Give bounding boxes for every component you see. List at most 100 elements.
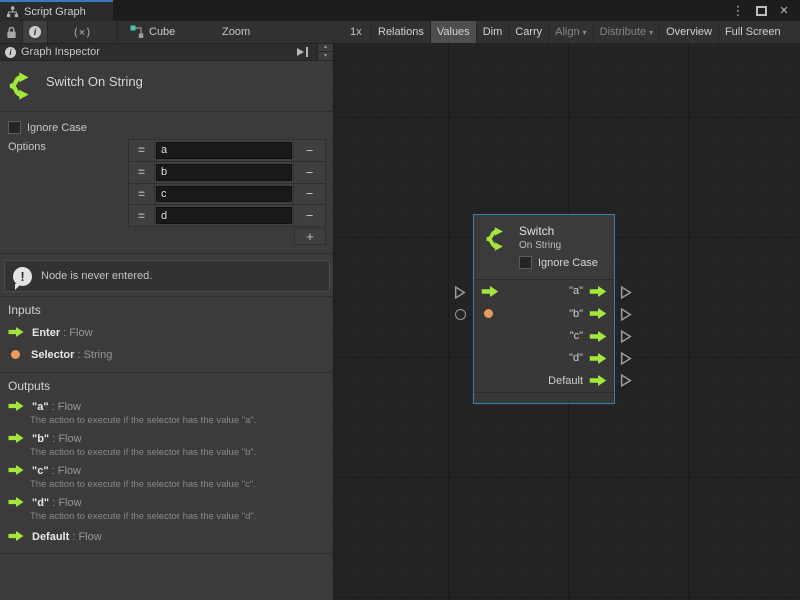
option-row: = − xyxy=(129,205,325,226)
toolbar-button-carry[interactable]: Carry xyxy=(508,21,548,43)
external-output-port-icon[interactable] xyxy=(620,286,632,299)
output-row-c: "c" : Flow xyxy=(8,463,81,477)
flow-arrow-icon xyxy=(8,531,24,541)
tab-script-graph[interactable]: Script Graph xyxy=(0,0,113,21)
output-desc-a: The action to execute if the selector ha… xyxy=(30,415,256,426)
port-row-c: "c" xyxy=(481,325,607,347)
external-output-port-icon[interactable] xyxy=(620,374,632,387)
inspector-toggle-button[interactable]: i xyxy=(22,21,48,43)
port-label: "b" xyxy=(569,308,583,320)
flow-arrow-icon xyxy=(8,401,24,411)
drag-handle-icon[interactable]: = xyxy=(129,205,155,226)
output-port-icon[interactable] xyxy=(589,286,607,297)
node-inspector-title: Switch On String xyxy=(0,61,333,112)
port-label: "d" xyxy=(569,352,583,364)
external-flow-port-icon[interactable] xyxy=(454,286,466,299)
toolbar-button-dim[interactable]: Dim xyxy=(476,21,509,43)
input-row-selector: Selector : String xyxy=(8,347,112,361)
add-option-button[interactable]: + xyxy=(294,228,326,245)
toolbar-button-fullscreen[interactable]: Full Screen xyxy=(718,21,787,43)
dropdown-arrow-icon: ▾ xyxy=(583,28,587,37)
flow-arrow-icon xyxy=(8,497,24,507)
enter-port-icon[interactable] xyxy=(481,286,499,297)
option-input[interactable] xyxy=(156,207,292,224)
title-bar: Script Graph ⋮ × xyxy=(0,0,800,21)
flow-arrow-icon xyxy=(8,465,24,475)
option-row: = − xyxy=(129,162,325,184)
info-icon: i xyxy=(29,26,41,38)
flow-arrow-icon xyxy=(8,327,24,337)
option-input[interactable] xyxy=(156,142,292,159)
object-graph-icon xyxy=(130,25,144,39)
window-maximize-icon[interactable] xyxy=(752,0,770,21)
graph-inspector-panel: i Graph Inspector ▴ ▾ Switch On String I… xyxy=(0,44,334,600)
drag-handle-icon[interactable]: = xyxy=(129,184,155,205)
dock-panel-icon[interactable] xyxy=(294,47,312,57)
output-port-icon[interactable] xyxy=(589,353,607,364)
option-row: = − xyxy=(129,184,325,206)
toolbar-button-values[interactable]: Values xyxy=(430,21,476,43)
output-row-default: Default : Flow xyxy=(8,529,102,543)
scroll-up-button[interactable]: ▴ xyxy=(318,44,333,53)
external-value-port-icon[interactable] xyxy=(455,309,466,320)
external-output-port-icon[interactable] xyxy=(620,308,632,321)
toolbar-button-overview[interactable]: Overview xyxy=(659,21,718,43)
output-row-b: "b" : Flow xyxy=(8,431,82,445)
node-ignore-case-checkbox[interactable] xyxy=(519,256,532,269)
window-close-icon[interactable]: × xyxy=(774,0,794,21)
port-label: Default xyxy=(548,375,583,387)
divider xyxy=(0,253,333,254)
info-icon: i xyxy=(5,47,16,58)
option-input[interactable] xyxy=(156,164,292,181)
switch-node-icon xyxy=(8,71,38,101)
selector-port-icon[interactable] xyxy=(484,309,493,318)
lock-icon xyxy=(6,26,17,39)
scroll-down-button[interactable]: ▾ xyxy=(318,52,333,61)
zoom-label: Zoom xyxy=(222,26,250,38)
lock-button[interactable] xyxy=(0,21,22,43)
remove-option-button[interactable]: − xyxy=(293,162,325,183)
switch-on-string-node[interactable]: Switch On String Ignore Case "a" "b" xyxy=(473,214,615,404)
options-list: = − = − = − = − xyxy=(128,139,326,227)
maximize-glyph xyxy=(756,6,767,16)
output-desc-d: The action to execute if the selector ha… xyxy=(30,511,256,522)
ignore-case-row: Ignore Case xyxy=(8,121,87,134)
toolbar-button-distribute[interactable]: Distribute▾ xyxy=(593,21,659,43)
drag-handle-icon[interactable]: = xyxy=(129,162,155,183)
toolbar-button-relations[interactable]: Relations xyxy=(371,21,430,43)
node-ignore-case-label: Ignore Case xyxy=(538,257,598,269)
toolbar-button-align[interactable]: Align▾ xyxy=(548,21,592,43)
output-port-icon[interactable] xyxy=(589,375,607,386)
port-label: "c" xyxy=(570,330,583,342)
port-row-d: "d" xyxy=(481,347,607,369)
remove-option-button[interactable]: − xyxy=(293,184,325,205)
external-output-port-icon[interactable] xyxy=(620,330,632,343)
node-title: Switch xyxy=(519,224,554,238)
warning-box: ! Node is never entered. xyxy=(4,260,330,292)
value-port-icon xyxy=(11,350,20,359)
ignore-case-label: Ignore Case xyxy=(27,122,87,134)
inputs-header: Inputs xyxy=(8,303,41,317)
output-port-icon[interactable] xyxy=(589,331,607,342)
ignore-case-checkbox[interactable] xyxy=(8,121,21,134)
remove-option-button[interactable]: − xyxy=(293,140,325,161)
toolbar-toggle-group: Relations Values Dim Carry Align▾ Distri… xyxy=(371,21,800,43)
output-port-icon[interactable] xyxy=(589,308,607,319)
node-ignore-case-row: Ignore Case xyxy=(519,256,598,269)
drag-handle-icon[interactable]: = xyxy=(129,140,155,161)
output-row-a: "a" : Flow xyxy=(8,399,81,413)
option-input[interactable] xyxy=(156,186,292,203)
node-port-rows: "a" "b" "c" "d" Default xyxy=(474,280,614,392)
remove-option-button[interactable]: − xyxy=(293,205,325,226)
code-preview-button[interactable]: ⟨×⟩ xyxy=(48,21,118,43)
graph-canvas[interactable]: Switch On String Ignore Case "a" "b" xyxy=(334,44,800,600)
dropdown-arrow-icon: ▾ xyxy=(649,28,653,37)
divider xyxy=(0,372,333,373)
switch-node-icon xyxy=(485,226,511,252)
window-menu-icon[interactable]: ⋮ xyxy=(730,0,746,21)
graph-target-button[interactable]: Cube xyxy=(130,21,210,43)
flow-arrow-icon xyxy=(8,433,24,443)
external-output-port-icon[interactable] xyxy=(620,352,632,365)
port-label: "a" xyxy=(569,285,583,297)
node-header: Switch On String Ignore Case xyxy=(474,215,614,280)
